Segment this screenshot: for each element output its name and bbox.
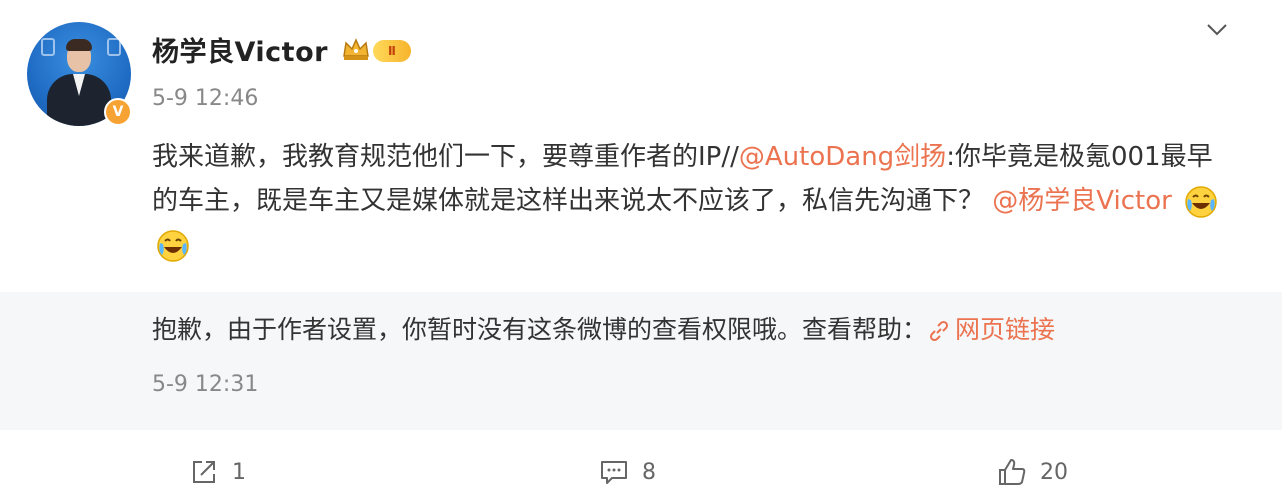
post-text: 我来道歉，我教育规范他们一下，要尊重作者的IP// <box>152 142 739 172</box>
author-name[interactable]: 杨学良Victor <box>152 30 328 69</box>
like-button[interactable]: 20 <box>996 456 1068 488</box>
backdrop-decoration <box>107 38 121 56</box>
thumbs-up-icon <box>999 459 1026 485</box>
share-button[interactable]: 1 <box>188 456 246 488</box>
repost-timestamp[interactable]: 5-9 12:31 <box>152 372 258 397</box>
chevron-down-icon[interactable] <box>1205 18 1229 42</box>
laugh-cry-emoji-icon <box>1185 185 1217 218</box>
verified-badge: V <box>104 98 132 126</box>
avatar-figure-hair <box>66 39 92 51</box>
share-count: 1 <box>232 459 246 485</box>
action-bar: 1 8 20 <box>0 440 1282 500</box>
repost-card: 抱歉，由于作者设置，你暂时没有这条微博的查看权限哦。查看帮助： 网页链接 5-9… <box>0 292 1282 430</box>
post-timestamp[interactable]: 5-9 12:46 <box>152 86 258 111</box>
share-icon <box>193 461 215 483</box>
backdrop-decoration <box>41 38 55 56</box>
comment-count: 8 <box>642 459 656 485</box>
web-link[interactable]: 网页链接 <box>927 315 1055 344</box>
comment-icon <box>601 461 627 484</box>
comment-button[interactable]: 8 <box>598 456 656 488</box>
web-link-label: 网页链接 <box>955 315 1056 344</box>
crown-icon <box>343 38 369 60</box>
laugh-cry-emoji-icon <box>157 229 189 262</box>
post-content: 我来道歉，我教育规范他们一下，要尊重作者的IP//@AutoDang剑扬:你毕竟… <box>152 135 1232 267</box>
level-badge: Ⅱ <box>373 40 411 62</box>
like-count: 20 <box>1040 459 1068 485</box>
restricted-text: 抱歉，由于作者设置，你暂时没有这条微博的查看权限哦。查看帮助： <box>152 315 928 344</box>
mention-link[interactable]: @AutoDang剑扬 <box>739 142 946 172</box>
link-icon <box>929 320 949 342</box>
restricted-message: 抱歉，由于作者设置，你暂时没有这条微博的查看权限哦。查看帮助： 网页链接 <box>152 310 1055 346</box>
mention-link[interactable]: @杨学良Victor <box>992 186 1172 216</box>
